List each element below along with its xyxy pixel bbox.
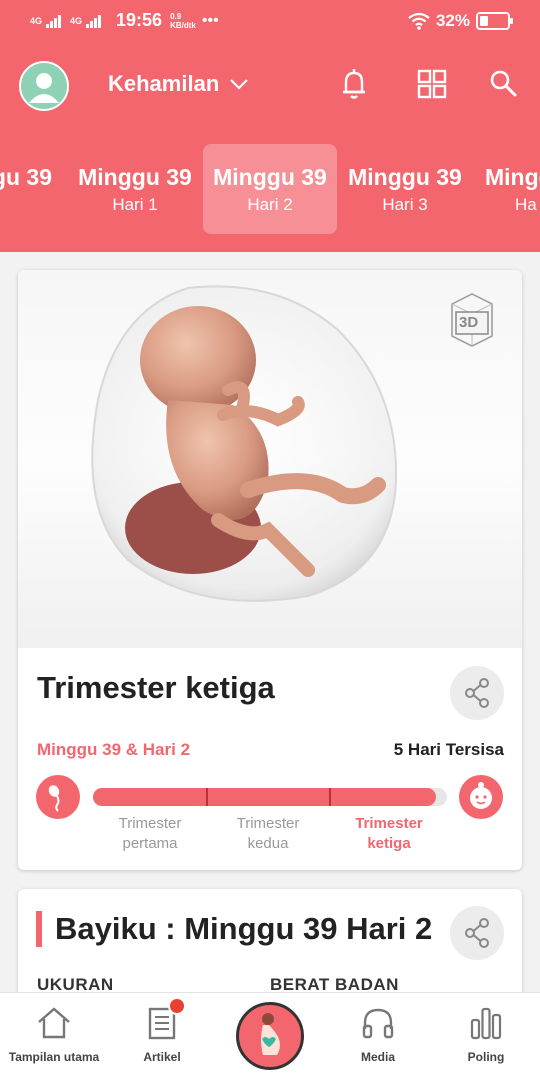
baby-face-icon [459, 775, 503, 819]
day-item-week: gu 39 [0, 164, 52, 190]
app-title: Kehamilan [108, 71, 220, 96]
wifi-icon [408, 12, 430, 30]
battery-icon [476, 12, 513, 30]
progress-fill [93, 788, 437, 806]
segment-divider [329, 788, 331, 806]
day-item-week: Minggu 39 [213, 164, 327, 190]
status-bar: 4G 4G 19:56 0.9 KB/dtk ••• 32% [0, 0, 540, 42]
baby-card-title: Bayiku : Minggu 39 Hari 2 [55, 911, 433, 946]
day-item-selected[interactable]: Minggu 39 Hari 2 [203, 144, 337, 234]
notification-badge [168, 997, 186, 1015]
day-item-week: Mingg [485, 164, 540, 190]
speed-value: 0.9 [170, 11, 182, 21]
day-item-day: Hari 3 [382, 195, 428, 214]
trimester-label-line: Trimester [355, 815, 423, 832]
fetus-3d-image[interactable]: 3D [18, 270, 522, 648]
pregnancy-icon [261, 1013, 280, 1055]
section-accent-bar [36, 911, 42, 947]
3d-badge-label: 3D [459, 314, 479, 331]
days-remaining: 5 Hari Tersisa [393, 740, 504, 759]
battery-fill [480, 16, 489, 26]
more-notifications: ••• [201, 11, 219, 29]
bell-icon[interactable] [336, 66, 372, 102]
speed-unit: KB/dtk [170, 20, 196, 30]
nav-poll[interactable]: Poling [432, 993, 540, 1078]
share-button[interactable] [450, 906, 504, 960]
trimester-label-line: kedua [247, 835, 289, 852]
day-item[interactable]: Minggu 39 Hari 3 [338, 144, 472, 234]
avatar-icon[interactable] [19, 61, 69, 111]
share-icon [465, 678, 489, 708]
headphones-icon [362, 1008, 394, 1039]
home-icon [38, 1007, 70, 1039]
pregnancy-dropdown[interactable]: Kehamilan [108, 71, 249, 97]
pregnancy-center-button[interactable] [236, 1002, 304, 1070]
trimester-card: 3D Trimester ketiga Minggu 39 & Hari 2 5… [18, 270, 522, 870]
trimester-label-line: ketiga [367, 835, 411, 852]
chevron-down-icon [230, 79, 249, 90]
day-item[interactable]: Minggu 39 Hari 1 [68, 144, 202, 234]
day-selector: gu 39 Minggu 39 Hari 1 Minggu 39 Hari 2 … [0, 144, 540, 234]
share-icon [465, 918, 489, 948]
network-type-2: 4G [70, 15, 83, 26]
nav-media[interactable]: Media [324, 993, 432, 1078]
day-item[interactable]: gu 39 [0, 144, 66, 234]
trimester-label-1: Trimester pertama [90, 814, 210, 854]
pregnancy-progress-bar [93, 788, 447, 806]
nav-media-label: Media [360, 1050, 395, 1064]
clock: 19:56 [116, 10, 163, 30]
signal-icon-2 [86, 14, 106, 28]
sperm-icon [36, 775, 80, 819]
day-item-week: Minggu 39 [78, 164, 192, 190]
trimester-label-line: Trimester [118, 815, 182, 832]
3d-view-icon[interactable]: 3D [442, 290, 502, 350]
day-item-day: Hari 1 [112, 195, 158, 214]
nav-article[interactable]: Artikel [108, 993, 216, 1078]
trimester-label-3: Trimester ketiga [329, 814, 449, 854]
battery-percent: 32% [435, 11, 470, 30]
trimester-label-2: Trimester kedua [208, 814, 328, 854]
day-item-day: Hari 2 [247, 195, 293, 214]
nav-poll-label: Poling [467, 1050, 505, 1064]
segment-divider [206, 788, 208, 806]
day-item[interactable]: Mingg Ha [473, 144, 540, 234]
day-item-week: Minggu 39 [348, 164, 462, 190]
search-icon[interactable] [486, 66, 522, 102]
signal-icon-1 [46, 14, 66, 28]
share-button[interactable] [450, 666, 504, 720]
trimester-label-line: Trimester [236, 815, 300, 832]
network-type-1: 4G [30, 15, 43, 26]
app-bar: Kehamilan [0, 58, 540, 114]
trimester-label-line: pertama [122, 835, 178, 852]
nav-home-label: Tampilan utama [8, 1050, 100, 1064]
day-item-day: Ha [515, 195, 537, 214]
trimester-title: Trimester ketiga [37, 670, 275, 705]
current-position: Minggu 39 & Hari 2 [37, 740, 191, 759]
network-speed: 0.9 KB/dtk [170, 12, 196, 30]
grid-icon[interactable] [414, 66, 450, 102]
nav-home[interactable]: Tampilan utama [0, 993, 108, 1078]
poll-icon [470, 1007, 502, 1040]
nav-article-label: Artikel [143, 1050, 181, 1064]
